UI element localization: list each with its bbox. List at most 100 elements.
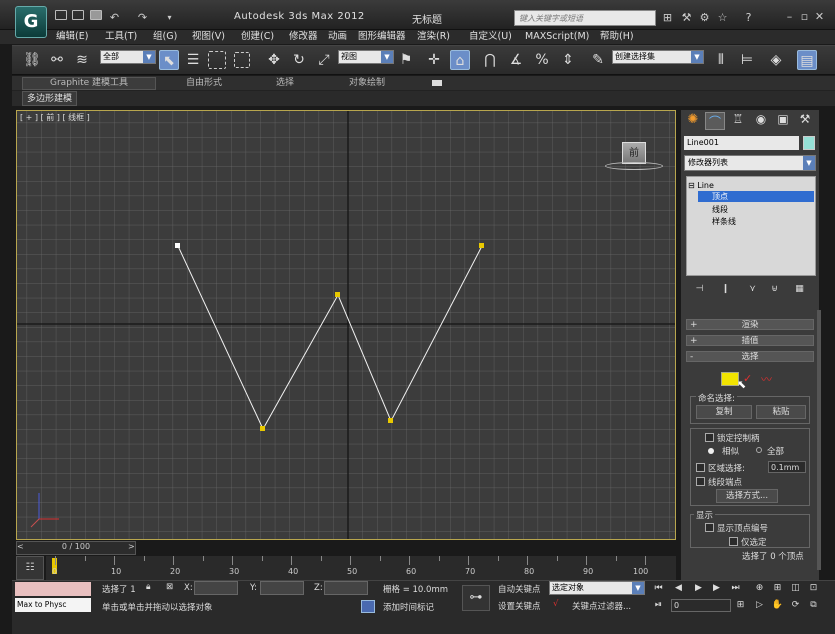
add-time-tag[interactable]: 添加时间标记 <box>383 601 434 613</box>
mini-curve-editor-icon[interactable]: ☷ <box>16 556 44 580</box>
next-frame-icon[interactable]: ▶ <box>710 582 723 595</box>
select-by-name-icon[interactable]: ☰ <box>183 50 203 70</box>
rollout-rendering[interactable]: + 渲染 <box>686 319 814 330</box>
subscription-icon[interactable]: ⚒ <box>680 12 693 24</box>
maxscript-listener-output[interactable] <box>15 582 91 596</box>
spline-vertex-4[interactable] <box>388 418 393 423</box>
select-and-scale-icon[interactable]: ⤢ <box>314 50 334 70</box>
menu-customize[interactable]: 自定义(U) <box>469 30 512 44</box>
current-frame-field[interactable]: 0 <box>671 599 731 612</box>
binoculars-icon[interactable]: ⊞ <box>661 12 674 24</box>
save-file-icon[interactable] <box>90 10 102 20</box>
show-end-result-icon[interactable]: ❙ <box>719 283 732 296</box>
go-to-start-icon[interactable]: ⏮ <box>652 582 665 595</box>
quick-access-dropdown-icon[interactable]: ▾ <box>163 12 176 24</box>
bind-space-warp-icon[interactable]: ≋ <box>72 50 92 70</box>
new-file-icon[interactable] <box>55 10 67 20</box>
alike-radio[interactable] <box>708 448 714 454</box>
pan-view-icon[interactable]: ✋ <box>771 599 784 612</box>
favorites-star-icon[interactable]: ☆ <box>716 12 729 24</box>
selection-filter-dropdown[interactable]: 全部 ▼ <box>100 50 156 64</box>
spline-vertex-5[interactable] <box>479 243 484 248</box>
polygon-modeling-button[interactable]: 多边形建模 <box>22 91 78 106</box>
unlink-icon[interactable]: ⚯ <box>47 50 67 70</box>
undo-icon[interactable]: ↶ <box>108 12 121 24</box>
motion-tab-icon[interactable]: ◉ <box>751 112 771 130</box>
select-and-move-icon[interactable]: ✥ <box>264 50 284 70</box>
time-configuration-icon[interactable]: ⊞ <box>734 599 747 612</box>
zoom-icon[interactable]: ⊕ <box>753 582 766 595</box>
show-vertex-numbers-checkbox[interactable] <box>705 523 714 532</box>
menu-help[interactable]: 帮助(H) <box>600 30 634 44</box>
viewcube-compass-ring[interactable] <box>605 162 663 170</box>
zoom-extents-icon[interactable]: ◫ <box>789 582 802 595</box>
modifier-list-dropdown[interactable]: 修改器列表 ▼ <box>684 155 816 171</box>
zoom-extents-all-icon[interactable]: ⊡ <box>807 582 820 595</box>
spinner-snap-icon[interactable]: ⇕ <box>558 50 578 70</box>
spline-subobject-icon[interactable]: 〰 <box>761 371 772 387</box>
rectangular-selection-icon[interactable] <box>208 51 226 69</box>
selection-lock-icon[interactable]: 🔒︎ <box>146 582 151 592</box>
help-icon[interactable]: ? <box>742 12 755 24</box>
menu-create[interactable]: 创建(C) <box>241 30 274 44</box>
stack-item-line[interactable]: ⊟ Line <box>688 180 714 191</box>
copy-button[interactable]: 复制 <box>696 405 752 419</box>
mirror-icon[interactable]: ⫴ <box>711 50 731 70</box>
align-icon[interactable]: ⊨ <box>737 50 757 70</box>
set-key-icon[interactable]: ⊶ <box>462 585 490 611</box>
remove-modifier-icon[interactable]: ⊌ <box>768 283 781 296</box>
pivot-center-icon[interactable]: ⚑ <box>396 50 416 70</box>
menu-views[interactable]: 视图(V) <box>192 30 225 44</box>
y-coord-field[interactable] <box>260 581 304 595</box>
key-mode-dropdown[interactable]: 选定对象 ▼ <box>549 581 645 595</box>
select-and-link-icon[interactable]: ⛓ <box>22 50 42 70</box>
selected-only-checkbox[interactable] <box>729 537 738 546</box>
menu-graph-editors[interactable]: 图形编辑器 <box>358 30 406 44</box>
percent-snap-icon[interactable]: % <box>532 50 552 70</box>
absolute-mode-icon[interactable]: ⊠ <box>166 582 173 592</box>
segment-end-checkbox[interactable] <box>696 477 705 486</box>
maximize-viewport-icon[interactable]: ⧉ <box>807 599 820 612</box>
rollout-selection[interactable]: - 选择 <box>686 351 814 362</box>
paste-button[interactable]: 粘贴 <box>756 405 806 419</box>
select-by-button[interactable]: 选择方式... <box>716 489 778 503</box>
minimize-icon[interactable]: – <box>783 11 796 23</box>
close-icon[interactable]: ✕ <box>813 11 826 23</box>
command-panel-scrollbar[interactable] <box>817 310 821 570</box>
play-icon[interactable]: ▶ <box>692 582 705 595</box>
tab-freeform[interactable]: 自由形式 <box>186 76 222 91</box>
open-file-icon[interactable] <box>72 10 84 20</box>
select-and-rotate-icon[interactable]: ↻ <box>289 50 309 70</box>
snaps-toggle-icon[interactable]: ⋂ <box>480 50 500 70</box>
key-filters-icon[interactable]: √ <box>553 599 558 609</box>
modify-tab-icon[interactable]: ⌒ <box>705 112 725 130</box>
maxscript-listener-input[interactable]: Max to Physc <box>15 598 91 612</box>
spline-vertex-2[interactable] <box>260 426 265 431</box>
create-tab-icon[interactable]: ✺ <box>683 112 703 130</box>
pin-stack-icon[interactable]: ⊣ <box>693 283 706 296</box>
menu-edit[interactable]: 编辑(E) <box>56 30 88 44</box>
reference-coord-dropdown[interactable]: 视图 ▼ <box>338 50 394 64</box>
area-selection-checkbox[interactable] <box>696 463 705 472</box>
angle-snap-icon[interactable]: ∡ <box>506 50 526 70</box>
layer-manager-icon[interactable]: ◈ <box>766 50 786 70</box>
edit-named-selection-icon[interactable]: ✎ <box>588 50 608 70</box>
stack-item-segment[interactable]: 线段 <box>712 204 728 215</box>
graphite-toggle-icon[interactable]: ▤ <box>797 50 817 70</box>
auto-key-button[interactable]: 自动关键点 <box>498 583 541 595</box>
spline-vertex-3[interactable] <box>335 292 340 297</box>
object-color-swatch[interactable] <box>803 136 815 150</box>
menu-group[interactable]: 组(G) <box>153 30 177 44</box>
restore-icon[interactable]: ▫ <box>798 11 811 23</box>
viewport-label[interactable]: [ + ] [ 前 ] [ 线框 ] <box>20 112 90 123</box>
lock-handles-checkbox[interactable] <box>705 433 714 442</box>
previous-frame-icon[interactable]: ◀ <box>672 582 685 595</box>
menu-maxscript[interactable]: MAXScript(M) <box>525 30 589 44</box>
zoom-all-icon[interactable]: ⊞ <box>771 582 784 595</box>
area-selection-field[interactable]: 0.1mm <box>768 461 806 473</box>
app-logo-button[interactable]: G <box>15 6 47 38</box>
all-radio[interactable] <box>756 447 762 453</box>
z-coord-field[interactable] <box>324 581 368 595</box>
utilities-tab-icon[interactable]: ⚒ <box>795 112 815 130</box>
tab-selection[interactable]: 选择 <box>276 76 294 91</box>
